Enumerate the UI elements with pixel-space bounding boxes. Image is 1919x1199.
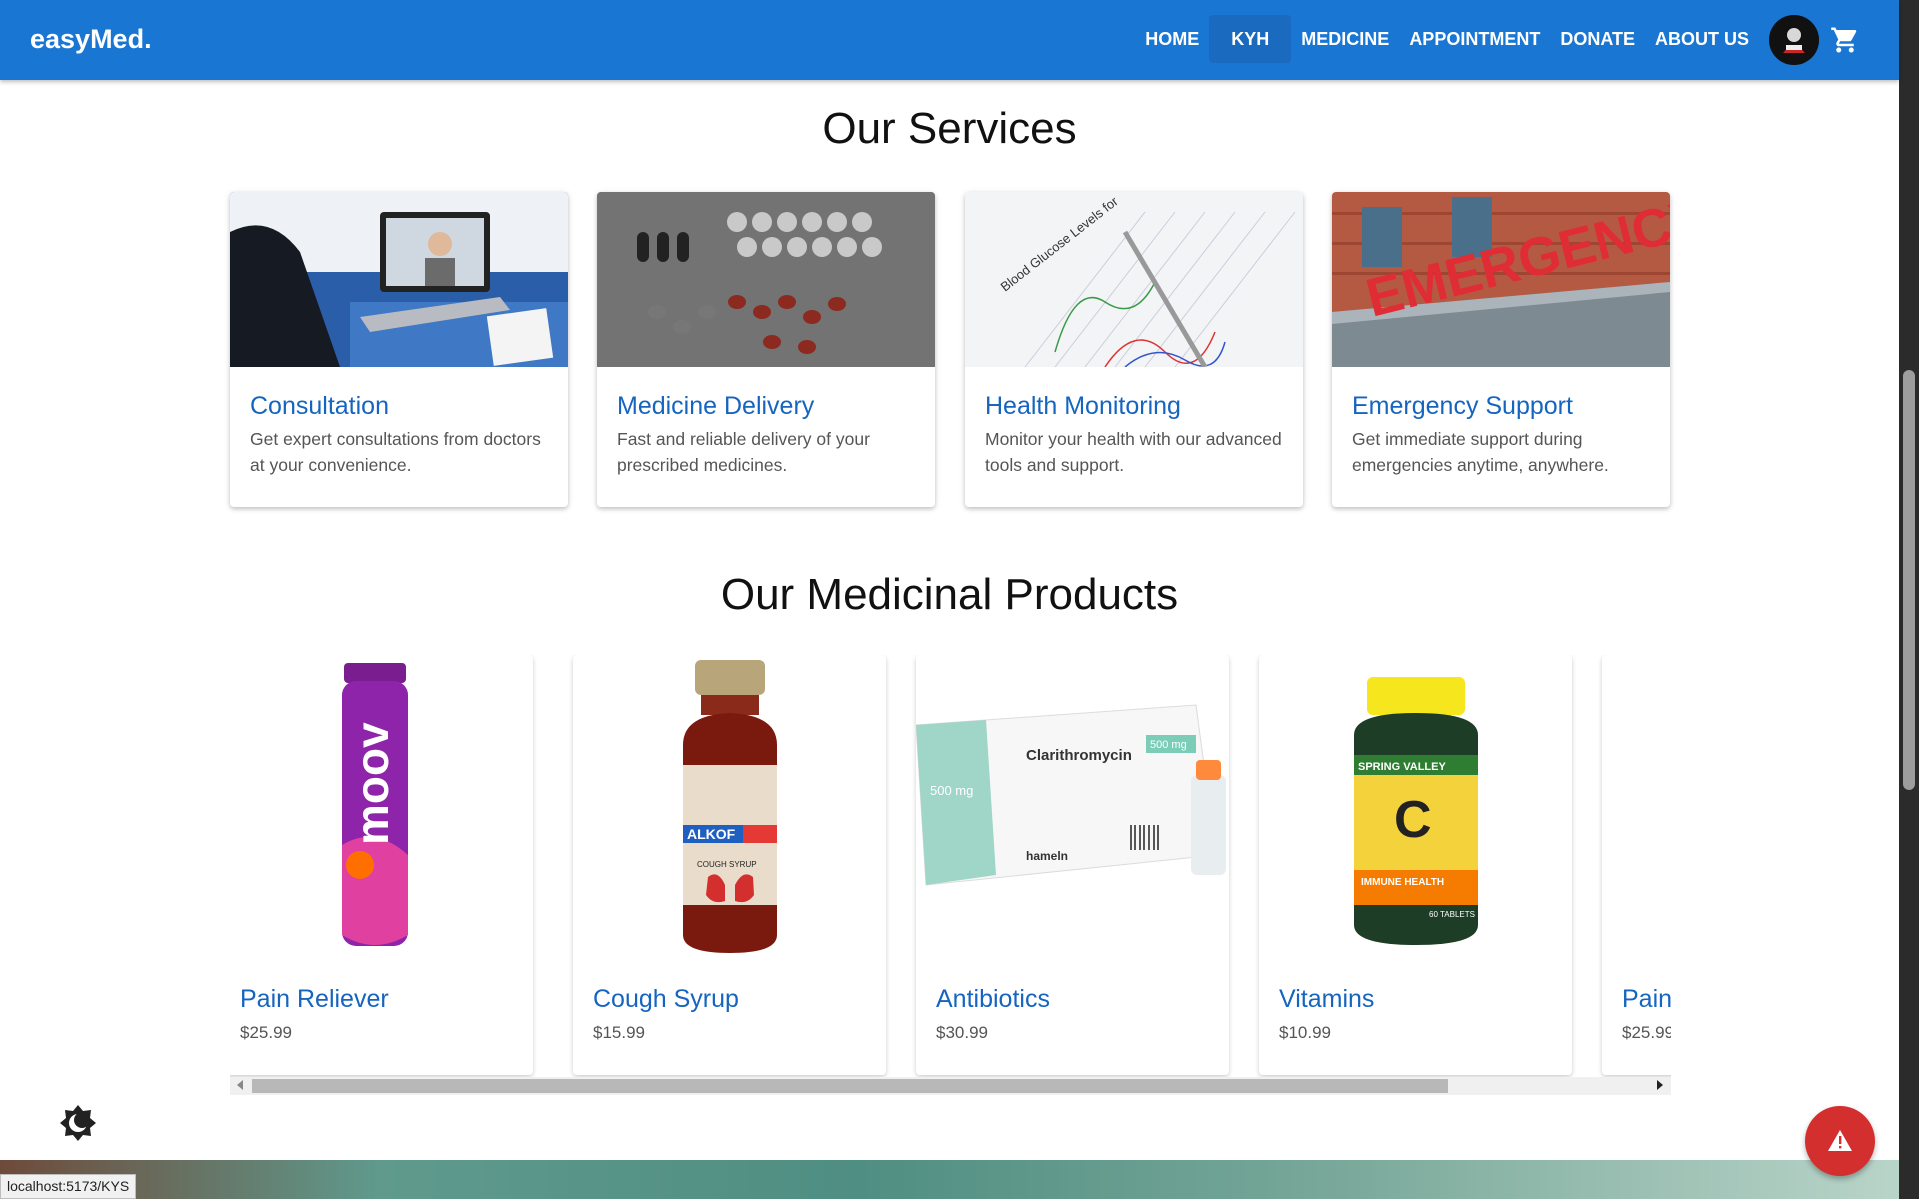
main-nav: HOME KYH MEDICINE APPOINTMENT DONATE ABO… <box>1135 15 1759 63</box>
product-card[interactable]: 500 mg Clarithromycin 500 mg hameln Anti… <box>916 655 1229 1075</box>
product-card[interactable]: SPRING VALLEY C IMMUNE HEALTH 60 TABLETS… <box>1259 655 1572 1075</box>
products-scrollbar-thumb[interactable] <box>252 1079 1448 1093</box>
emergency-sos-button[interactable] <box>1805 1106 1875 1176</box>
health-monitoring-image: Blood Glucose Levels for <box>965 192 1303 367</box>
product-price: $10.99 <box>1279 1023 1331 1042</box>
product-name[interactable]: Cough Syrup <box>593 985 739 1014</box>
scroll-left-arrow-icon[interactable] <box>237 1080 243 1090</box>
products-carousel[interactable]: moov Pain Reliever $25.99 ALKOF COUGH SY… <box>230 655 1671 1095</box>
products-scrollbar[interactable] <box>230 1077 1671 1095</box>
nav-appointment[interactable]: APPOINTMENT <box>1399 15 1550 63</box>
brand-logo[interactable]: easyMed. <box>30 24 152 55</box>
hameln-text: hameln <box>1026 849 1068 863</box>
moov-brand-text: moov <box>346 722 398 845</box>
nav-home[interactable]: HOME <box>1135 15 1209 63</box>
pain-reliever-image: moov <box>230 655 533 960</box>
medicine-delivery-image <box>597 192 935 367</box>
products-title: Our Medicinal Products <box>720 570 1179 619</box>
clarithromycin-text: Clarithromycin <box>1026 747 1132 764</box>
product-card[interactable]: moov Pain Reliever $25.99 <box>230 655 533 1075</box>
nav-medicine[interactable]: MEDICINE <box>1291 15 1399 63</box>
hero-image-strip <box>0 1160 1899 1199</box>
nav-about-us[interactable]: ABOUT US <box>1645 15 1759 63</box>
warning-icon <box>1828 1130 1852 1151</box>
service-description: Get immediate support during emergencies… <box>1352 429 1609 475</box>
cough-syrup-image: ALKOF COUGH SYRUP <box>573 655 886 960</box>
antibiotics-image: 500 mg Clarithromycin 500 mg hameln <box>916 655 1229 960</box>
immune-health-text: IMMUNE HEALTH <box>1361 877 1444 888</box>
product-price: $15.99 <box>593 1023 645 1042</box>
service-title[interactable]: Consultation <box>250 392 389 421</box>
app-bar: easyMed. HOME KYH MEDICINE APPOINTMENT D… <box>0 0 1899 80</box>
vitamin-c-text: C <box>1394 791 1432 849</box>
product-name[interactable]: Vitamins <box>1279 985 1374 1014</box>
shopping-cart-icon[interactable] <box>1830 25 1860 55</box>
status-bar-url: localhost:5173/KYS <box>0 1174 137 1199</box>
spring-valley-text: SPRING VALLEY <box>1358 761 1446 773</box>
vitamins-image: SPRING VALLEY C IMMUNE HEALTH 60 TABLETS <box>1259 655 1572 960</box>
dose-tag-text: 500 mg <box>1150 739 1187 751</box>
product-card[interactable]: ALKOF COUGH SYRUP Cough Syrup $15.99 <box>573 655 886 1075</box>
product-price: $25.99 <box>240 1023 292 1042</box>
cough-syrup-label: COUGH SYRUP <box>697 860 757 869</box>
product-card[interactable]: Pain Reliever $25.99 <box>1602 655 1671 1075</box>
emergency-support-image: EMERGENCY <box>1332 192 1670 367</box>
product-name[interactable]: Pain Reliever <box>1622 985 1671 1014</box>
service-description: Get expert consultations from doctors at… <box>250 429 541 475</box>
service-title[interactable]: Medicine Delivery <box>617 392 814 421</box>
product-name[interactable]: Antibiotics <box>936 985 1050 1014</box>
nav-donate[interactable]: DONATE <box>1550 15 1645 63</box>
nav-kyh[interactable]: KYH <box>1209 15 1292 63</box>
scroll-right-arrow-icon[interactable] <box>1657 1080 1663 1090</box>
dose-box-text: 500 mg <box>930 783 973 798</box>
service-title[interactable]: Health Monitoring <box>985 392 1181 421</box>
dark-mode-icon[interactable] <box>58 1103 98 1143</box>
service-card-emergency-support[interactable]: EMERGENCY Emergency Support Get immediat… <box>1332 192 1670 507</box>
service-card-medicine-delivery[interactable]: Medicine Delivery Fast and reliable deli… <box>597 192 935 507</box>
service-description: Fast and reliable delivery of your presc… <box>617 429 870 475</box>
service-card-health-monitoring[interactable]: Blood Glucose Levels for Health Monitori… <box>965 192 1303 507</box>
product-name[interactable]: Pain Reliever <box>240 985 389 1014</box>
product-price: $25.99 <box>1622 1023 1671 1042</box>
alkof-text: ALKOF <box>687 826 736 842</box>
consultation-image <box>230 192 568 367</box>
services-title: Our Services <box>822 104 1077 153</box>
product-price: $30.99 <box>936 1023 988 1042</box>
window-scrollbar-thumb[interactable] <box>1903 370 1915 790</box>
service-title[interactable]: Emergency Support <box>1352 392 1573 421</box>
service-description: Monitor your health with our advanced to… <box>985 429 1282 475</box>
avatar[interactable] <box>1769 15 1819 65</box>
tablets-count-text: 60 TABLETS <box>1429 910 1475 919</box>
service-card-consultation[interactable]: Consultation Get expert consultations fr… <box>230 192 568 507</box>
